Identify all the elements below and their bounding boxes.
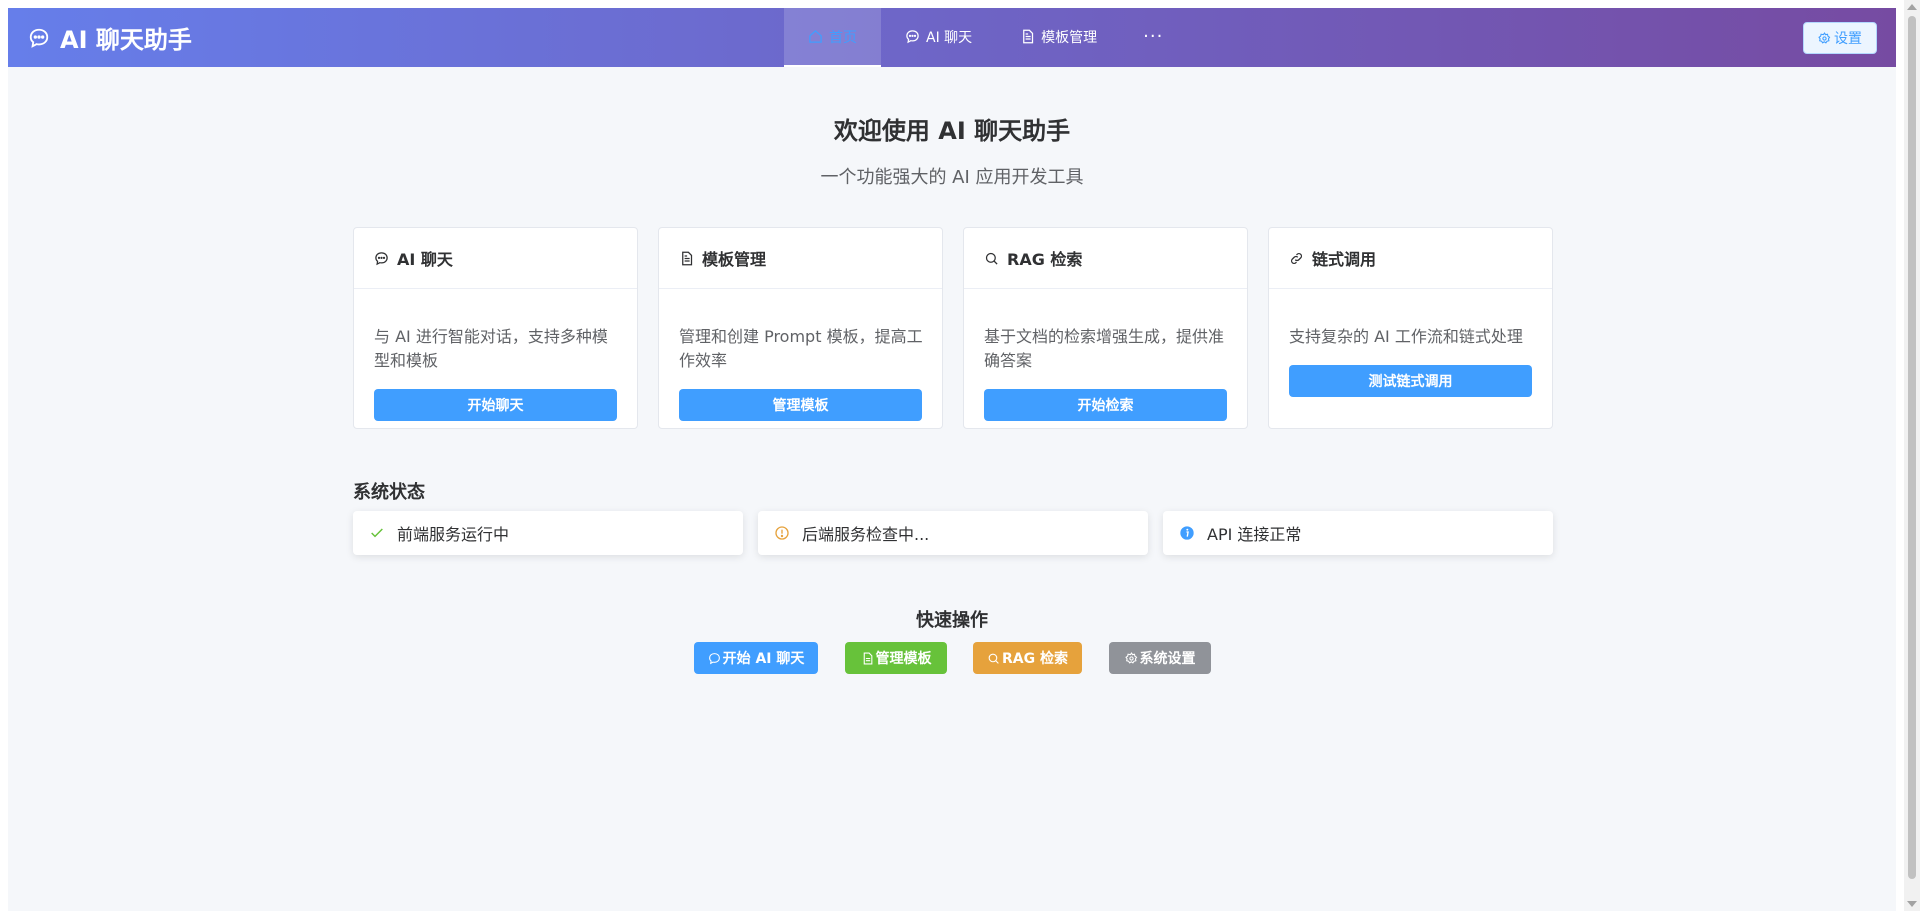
welcome-subtitle: 一个功能强大的 AI 应用开发工具 [820, 167, 1084, 188]
nav-item-templates[interactable]: 模板管理 [996, 8, 1121, 67]
document-icon [1023, 29, 1034, 44]
home-icon [809, 30, 822, 43]
start-retrieval-button[interactable]: 开始检索 [984, 389, 1227, 421]
card-description: 支持复杂的 AI 工作流和链式处理 [1289, 327, 1523, 346]
test-chain-button[interactable]: 测试链式调用 [1289, 365, 1532, 397]
status-frontend: 前端服务运行中 [353, 511, 743, 555]
search-icon [988, 653, 999, 664]
card-header: 链式调用 [1269, 228, 1552, 289]
chat-icon [708, 652, 720, 664]
status-api: API 连接正常 [1163, 511, 1553, 555]
scroll-down-arrow[interactable] [1907, 901, 1917, 907]
check-icon [371, 528, 383, 538]
main-nav: 首页 AI 聊天 模板管理 ··· [784, 8, 1185, 67]
search-icon [985, 252, 998, 265]
card-title: 链式调用 [1312, 250, 1377, 269]
warning-icon [775, 526, 789, 540]
quick-button-label: 开始 AI 聊天 [722, 651, 805, 667]
gear-icon [1124, 651, 1137, 664]
nav-item-ai-chat[interactable]: AI 聊天 [881, 8, 996, 67]
card-title: RAG 检索 [1007, 250, 1083, 269]
card-header: AI 聊天 [354, 228, 637, 289]
card-description: 与 AI 进行智能对话，支持多种模型和模板 [374, 327, 608, 370]
system-status-title: 系统状态 [353, 482, 425, 503]
nav-more[interactable]: ··· [1121, 8, 1185, 67]
info-icon [1180, 526, 1194, 540]
document-icon [863, 652, 872, 664]
feature-card-templates: 模板管理 管理和创建 Prompt 模板，提高工作效率 管理模板 [658, 227, 943, 429]
nav-label: 首页 [829, 29, 857, 46]
quick-settings-button[interactable]: 系统设置 [1109, 642, 1211, 674]
chat-icon [29, 28, 49, 48]
quick-button-label: 系统设置 [1139, 651, 1196, 667]
card-header: RAG 检索 [964, 228, 1247, 289]
nav-label: 模板管理 [1041, 29, 1098, 46]
feature-card-chain: 链式调用 支持复杂的 AI 工作流和链式处理 测试链式调用 [1268, 227, 1553, 429]
settings-label: 设置 [1834, 31, 1862, 47]
status-text: 后端服务检查中... [802, 525, 930, 544]
quick-rag-button[interactable]: RAG 检索 [973, 642, 1082, 674]
chat-icon [375, 251, 388, 265]
brand[interactable]: AI 聊天助手 [28, 8, 192, 67]
status-text: API 连接正常 [1207, 525, 1302, 544]
welcome-title: 欢迎使用 AI 聊天助手 [833, 117, 1071, 145]
quick-start-chat-button[interactable]: 开始 AI 聊天 [694, 642, 818, 674]
nav-item-home[interactable]: 首页 [784, 8, 881, 67]
status-backend: 后端服务检查中... [758, 511, 1148, 555]
chat-icon [906, 30, 919, 44]
card-header: 模板管理 [659, 228, 942, 289]
card-description: 管理和创建 Prompt 模板，提高工作效率 [679, 327, 923, 370]
manage-templates-button[interactable]: 管理模板 [679, 389, 922, 421]
quick-manage-templates-button[interactable]: 管理模板 [845, 642, 947, 674]
app-container: AI 聊天助手 首页 AI 聊天 模板管理 ··· 设置 欢迎使用 AI 聊天助… [8, 8, 1896, 911]
link-icon [1291, 252, 1302, 264]
quick-actions-title: 快速操作 [916, 610, 988, 631]
feature-card-rag: RAG 检索 基于文档的检索增强生成，提供准确答案 开始检索 [963, 227, 1248, 429]
nav-label: AI 聊天 [926, 29, 973, 46]
feature-card-ai-chat: AI 聊天 与 AI 进行智能对话，支持多种模型和模板 开始聊天 [353, 227, 638, 429]
card-description: 基于文档的检索增强生成，提供准确答案 [984, 327, 1225, 370]
start-chat-button[interactable]: 开始聊天 [374, 389, 617, 421]
gear-icon [1818, 31, 1831, 44]
quick-button-label: RAG 检索 [1002, 651, 1068, 667]
page-scrollbar[interactable] [1904, 0, 1920, 911]
settings-button[interactable]: 设置 [1803, 22, 1877, 54]
card-title: 模板管理 [702, 250, 767, 269]
document-icon [682, 251, 693, 265]
top-header: AI 聊天助手 首页 AI 聊天 模板管理 ··· 设置 [8, 8, 1896, 67]
more-icon: ··· [1143, 26, 1164, 47]
scroll-thumb[interactable] [1908, 16, 1916, 879]
app-title: AI 聊天助手 [60, 26, 192, 54]
status-text: 前端服务运行中 [397, 525, 510, 544]
card-title: AI 聊天 [397, 250, 453, 269]
scroll-up-arrow[interactable] [1907, 4, 1917, 10]
quick-button-label: 管理模板 [875, 651, 932, 667]
